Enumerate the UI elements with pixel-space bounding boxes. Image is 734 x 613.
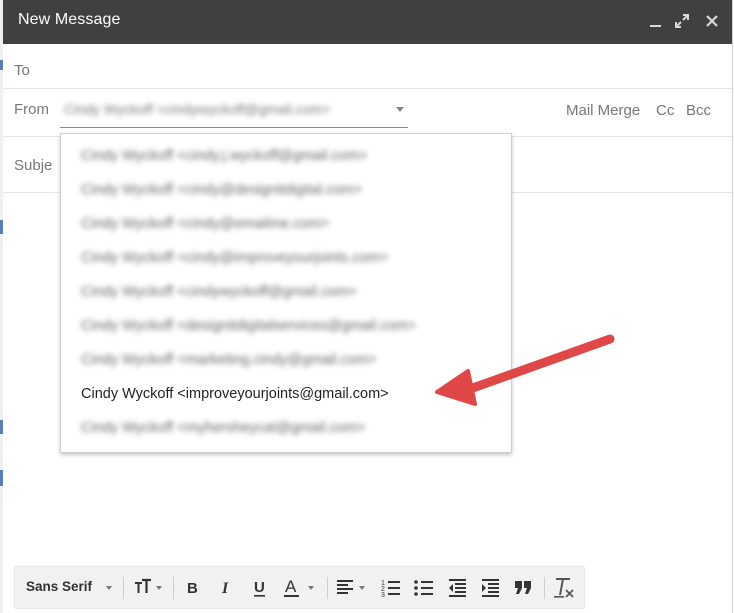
annotation-arrow — [435, 334, 615, 406]
